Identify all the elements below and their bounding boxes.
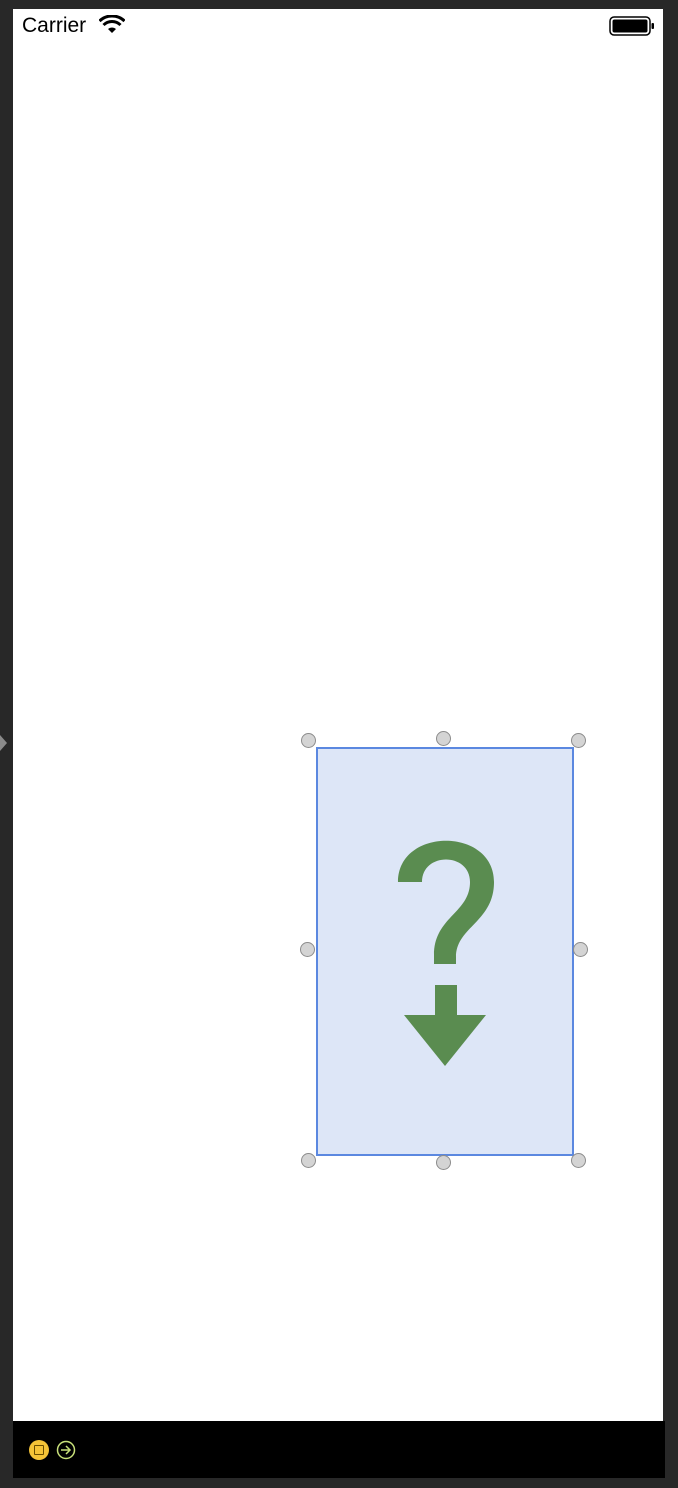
device-canvas[interactable]: Carrier: [13, 9, 663, 1421]
resize-handle-top-right[interactable]: [571, 733, 586, 748]
exit-icon[interactable]: [56, 1440, 76, 1460]
carrier-label: Carrier: [22, 14, 87, 37]
view-controller-icon[interactable]: [29, 1440, 49, 1460]
resize-handle-bottom-left[interactable]: [301, 1153, 316, 1168]
scene-entry-arrow-icon: [0, 735, 7, 751]
scene-dock: [13, 1421, 665, 1478]
selected-image-view[interactable]: [316, 747, 574, 1156]
resize-handle-left[interactable]: [300, 942, 315, 957]
resize-handle-bottom-right[interactable]: [571, 1153, 586, 1168]
resize-handle-bottom[interactable]: [436, 1155, 451, 1170]
resize-handle-right[interactable]: [573, 942, 588, 957]
wifi-icon: [99, 15, 125, 33]
battery-icon: [609, 16, 654, 36]
resize-handle-top-left[interactable]: [301, 733, 316, 748]
question-mark-down-arrow-icon: [398, 840, 494, 1066]
resize-handle-top[interactable]: [436, 731, 451, 746]
status-bar: Carrier: [13, 9, 663, 43]
